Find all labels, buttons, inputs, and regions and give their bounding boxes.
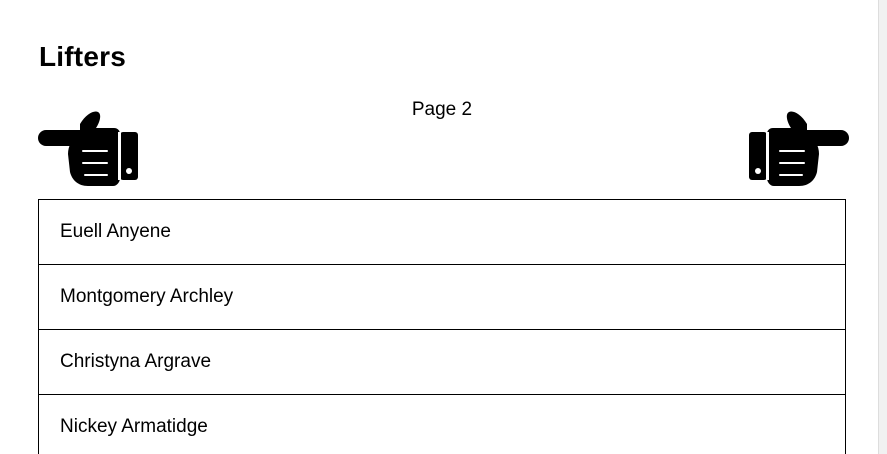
page-indicator: Page 2	[411, 99, 473, 120]
lifter-name: Nickey Armatidge	[60, 416, 208, 437]
list-item[interactable]: Euell Anyene	[39, 200, 845, 265]
hand-pointing-right-icon	[749, 111, 849, 186]
previous-page-button[interactable]	[36, 110, 146, 188]
lifters-page: Lifters Page 2 Euell Anyene Montgomery A…	[0, 0, 887, 454]
list-item[interactable]: Montgomery Archley	[39, 265, 845, 330]
next-page-button[interactable]	[741, 110, 851, 188]
lifters-list: Euell Anyene Montgomery Archley Christyn…	[38, 199, 846, 454]
scrollbar[interactable]	[878, 0, 887, 454]
page-title: Lifters	[39, 41, 126, 72]
hand-pointing-left-icon	[38, 111, 138, 186]
lifter-name: Montgomery Archley	[60, 286, 234, 307]
lifter-name: Euell Anyene	[60, 221, 171, 242]
list-item[interactable]: Nickey Armatidge	[39, 395, 845, 454]
list-item[interactable]: Christyna Argrave	[39, 330, 845, 395]
lifter-name: Christyna Argrave	[60, 351, 212, 372]
